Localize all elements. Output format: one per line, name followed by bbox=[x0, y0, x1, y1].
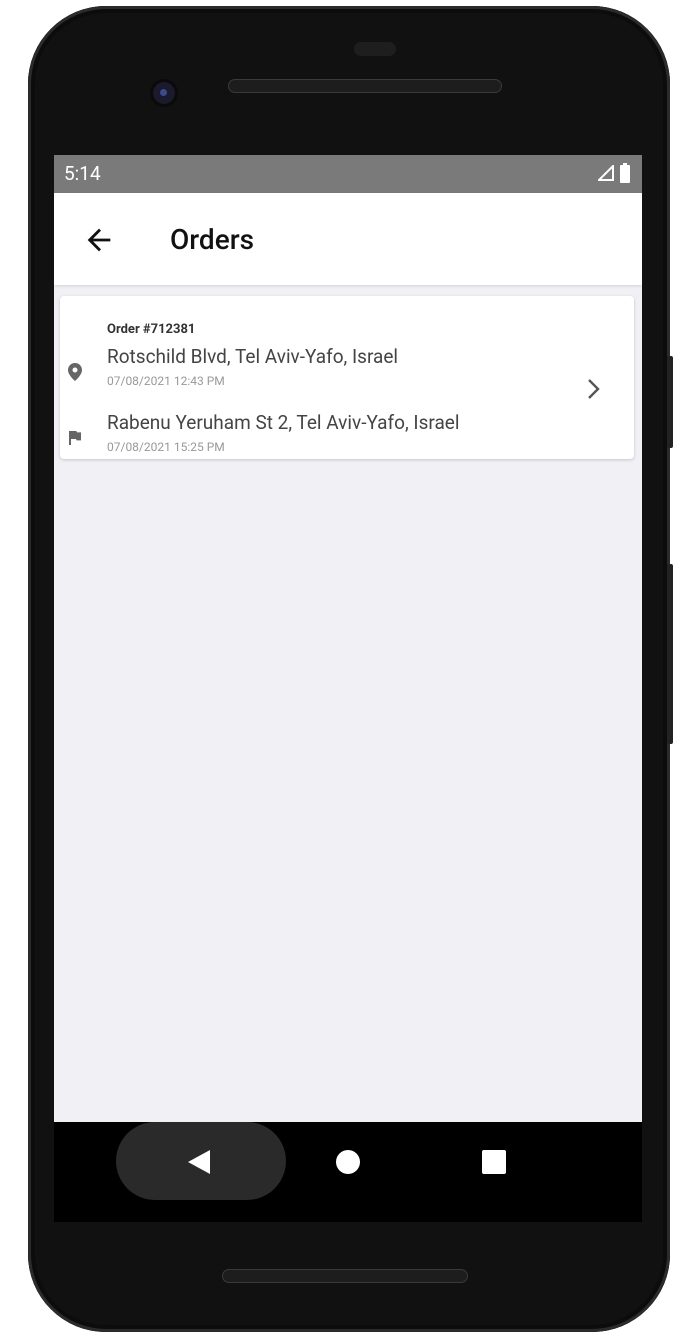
status-icons bbox=[598, 163, 630, 183]
recents-square-icon[interactable] bbox=[482, 1150, 506, 1174]
order-card[interactable]: Order #712381 Rotschild Blvd, Tel Aviv-Y… bbox=[60, 296, 634, 459]
cellular-signal-icon bbox=[598, 165, 614, 181]
status-bar: 5:14 bbox=[54, 155, 642, 193]
battery-icon bbox=[620, 163, 630, 183]
back-triangle-icon[interactable] bbox=[188, 1150, 210, 1174]
back-arrow-icon[interactable] bbox=[82, 223, 116, 257]
page-title: Orders bbox=[170, 223, 255, 256]
dropoff-address: Rabenu Yeruham St 2, Tel Aviv-Yafo, Isra… bbox=[107, 411, 460, 434]
home-circle-icon[interactable] bbox=[336, 1150, 360, 1174]
screen: 5:14 Orders Order #712381 Rotschild Blvd… bbox=[54, 155, 642, 1122]
app-bar: Orders bbox=[54, 193, 642, 285]
location-pin-icon bbox=[68, 363, 82, 381]
order-number: Order #712381 bbox=[107, 322, 196, 337]
bottom-speaker bbox=[222, 1269, 468, 1283]
dropoff-timestamp: 07/08/2021 15:25 PM bbox=[107, 440, 225, 454]
front-camera bbox=[153, 82, 175, 104]
top-speaker bbox=[228, 79, 502, 93]
pickup-address: Rotschild Blvd, Tel Aviv-Yafo, Israel bbox=[107, 345, 399, 368]
proximity-sensor bbox=[354, 42, 396, 56]
flag-icon bbox=[69, 431, 81, 445]
status-time: 5:14 bbox=[64, 162, 101, 185]
navigation-bar bbox=[54, 1122, 642, 1222]
volume-button bbox=[667, 356, 673, 448]
chevron-right-icon[interactable] bbox=[586, 378, 602, 400]
pickup-timestamp: 07/08/2021 12:43 PM bbox=[107, 374, 225, 388]
power-button bbox=[667, 564, 673, 744]
